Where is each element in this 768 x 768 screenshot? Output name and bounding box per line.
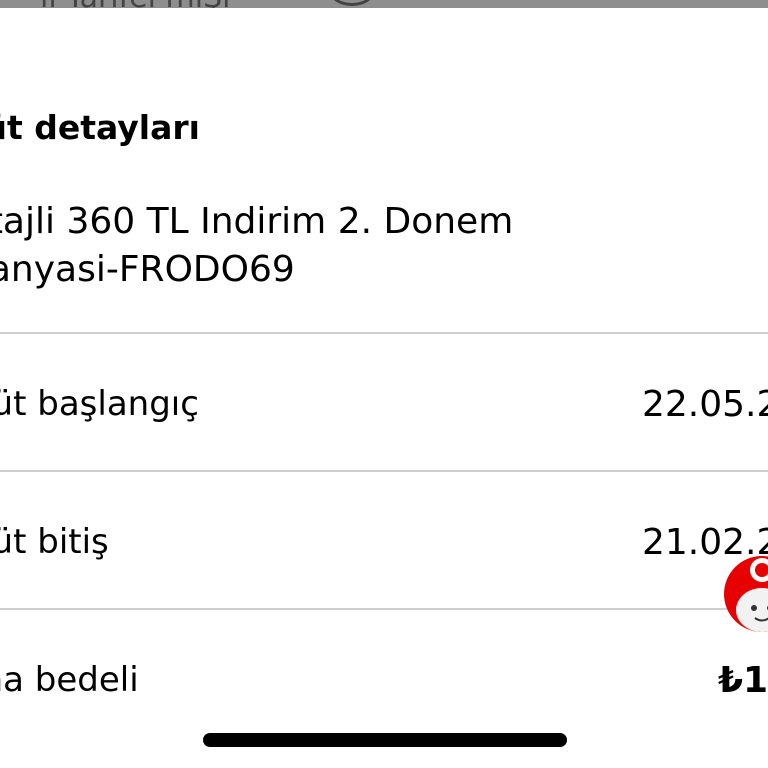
- tobi-assistant-icon: [724, 556, 768, 632]
- section-title: hüt detayları: [0, 108, 200, 147]
- divider: [0, 608, 768, 610]
- commitment-end-label: hüt bitiş: [0, 522, 109, 562]
- campaign-name: ntajli 360 TL Indirim 2. Donem panyasi-F…: [0, 198, 513, 294]
- background-page-title: li Tarifei miŞi: [40, 0, 230, 8]
- info-icon: [330, 0, 374, 6]
- home-indicator[interactable]: [203, 733, 567, 747]
- divider: [0, 470, 768, 472]
- campaign-name-line-1: ntajli 360 TL Indirim 2. Donem: [0, 201, 514, 242]
- divider: [0, 332, 768, 334]
- chat-assistant-button[interactable]: [722, 552, 768, 636]
- background-page: li Tarifei miŞi: [0, 0, 768, 8]
- commitment-start-label: hüt başlangıç: [0, 384, 199, 424]
- campaign-name-line-2: panyasi-FRODO69: [0, 249, 295, 290]
- commitment-start-value: 22.05.2: [642, 384, 768, 425]
- fee-value: ₺1: [718, 660, 768, 701]
- fee-label: ma bedeli: [0, 660, 139, 700]
- screen: li Tarifei miŞi hüt detayları ntajli 360…: [0, 0, 768, 768]
- commitment-details-sheet: hüt detayları ntajli 360 TL Indirim 2. D…: [0, 8, 768, 768]
